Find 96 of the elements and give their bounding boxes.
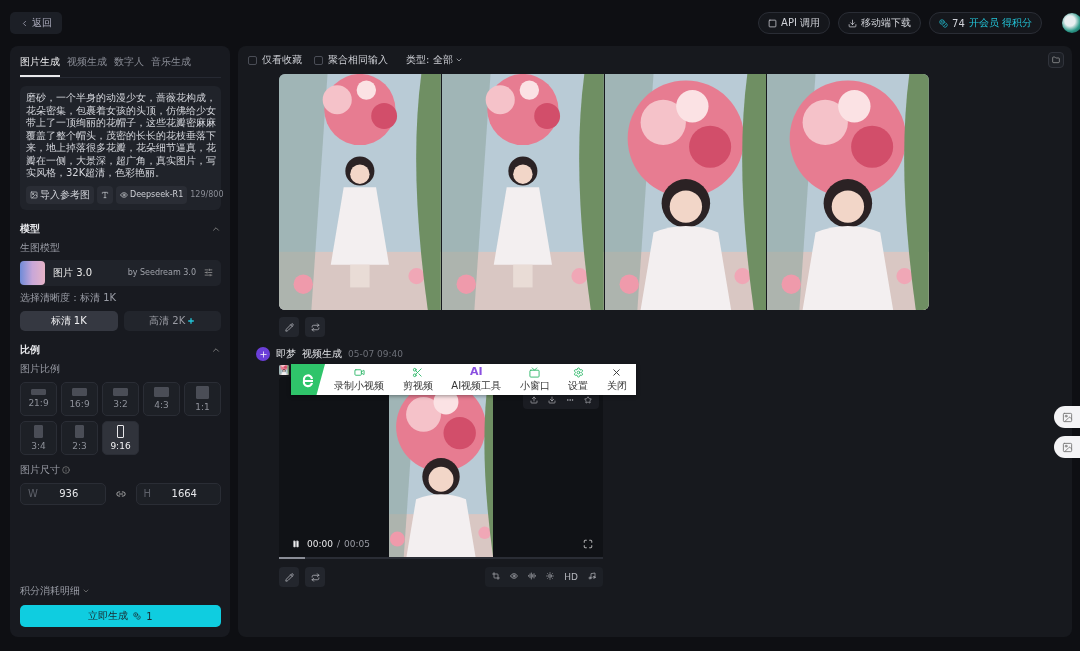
more-icon: [566, 396, 574, 404]
close-icon: [611, 366, 623, 378]
folder-button[interactable]: [1048, 52, 1064, 68]
author-name: 即梦: [276, 347, 296, 361]
image-icon: [1061, 411, 1073, 423]
hd-button[interactable]: HD: [561, 569, 581, 585]
ratio-option[interactable]: 2:3: [61, 420, 98, 455]
audio-icon: [528, 572, 537, 580]
import-reference-button[interactable]: 导入参考图: [26, 185, 94, 204]
video-camera-icon: [353, 366, 365, 378]
chevron-down-icon: [454, 56, 463, 64]
ratio-option[interactable]: 1:1: [184, 381, 221, 416]
tv-icon: [529, 366, 541, 378]
type-dropdown[interactable]: 类型: 全部: [400, 52, 469, 68]
chevron-down-icon: [82, 587, 90, 595]
field-label: 选择清晰度：标清 1K: [20, 290, 118, 305]
model-chip[interactable]: Deepseek-R1: [116, 185, 188, 204]
current-time: 00:00: [307, 539, 333, 549]
fullscreen-button[interactable]: [583, 539, 595, 551]
link-icon: [115, 488, 126, 499]
prompt-text: 磨砂，一个半身的动漫少女，蔷薇花构成，花朵密集，包裹着女孩的头顶，仿佛给少女带上了一顶绚丽的花帽子，这些花瓣密麻麻覆盖了整个帽头，茂密的长长的花枝垂落下来，地上掉落很多花瓣，花朵细节逼真，花瓣在一侧，大景深，超广角，真实图片，写实风格，32K超清，色彩艳丽。: [26, 92, 217, 180]
char-counter: 129/800: [190, 190, 224, 199]
mode-tab[interactable]: 图片生成: [20, 50, 60, 77]
ai-icon: AI: [469, 366, 483, 378]
text-icon: [101, 190, 109, 199]
api-button[interactable]: API 调用: [758, 12, 831, 34]
generate-button[interactable]: 立即生成 1: [20, 605, 221, 627]
favorite-button[interactable]: [581, 393, 595, 407]
repeat-icon: [310, 322, 320, 332]
mode-tab[interactable]: 视频生成: [67, 50, 107, 77]
pencil-icon: [284, 322, 294, 332]
fullscreen-icon: [583, 539, 593, 549]
membership-button[interactable]: 74 开会员 得积分: [929, 12, 1042, 34]
image-icon: [1061, 441, 1073, 453]
ratio-option[interactable]: 9:16: [102, 420, 139, 455]
mode-tab[interactable]: 数字人: [114, 50, 144, 77]
eye-icon: [510, 572, 519, 580]
ratio-option[interactable]: 21:9: [20, 381, 57, 416]
download-icon: [548, 396, 556, 404]
star-icon: [584, 396, 592, 404]
generation-type: 视频生成: [302, 347, 342, 361]
download-icon: [848, 18, 858, 28]
info-icon: [62, 465, 70, 474]
mode-tab[interactable]: 音乐生成: [151, 50, 191, 77]
prompt-box[interactable]: 磨砂，一个半身的动漫少女，蔷薇花构成，花朵密集，包裹着女孩的头顶，仿佛给少女带上了一顶绚丽的花帽子，这些花瓣密麻麻覆盖了整个帽头，茂密的长长的花枝垂落下来，地上掉落很多花瓣，花朵细节逼真，花瓣在一侧，大景深，超广角，真实图片，写实风格，32K超清，色彩艳丽。 导入参考图 Deepseek-R1 129/800: [20, 86, 221, 210]
ratio-option[interactable]: 4:3: [143, 381, 180, 416]
ratio-option[interactable]: 3:2: [102, 381, 139, 416]
resolution-option[interactable]: 高清 2K: [123, 310, 221, 331]
regenerate-button[interactable]: [305, 567, 325, 587]
width-label: W: [28, 487, 38, 499]
folder-icon: [1052, 56, 1060, 64]
filter-checkbox[interactable]: 仅看收藏: [248, 53, 302, 67]
regenerate-button[interactable]: [305, 317, 325, 337]
model-thumbnail: [20, 260, 45, 285]
edit-button[interactable]: [279, 317, 299, 337]
plus-icon: [258, 349, 268, 359]
add-button[interactable]: [256, 347, 270, 361]
pencil-icon: [284, 572, 294, 582]
time-separator: /: [336, 539, 340, 549]
section-title: 比例: [20, 342, 40, 357]
field-label: 生图模型: [20, 240, 61, 255]
field-label: 图片尺寸: [20, 462, 60, 477]
section-title: 模型: [20, 221, 40, 236]
upload-icon: [530, 396, 538, 404]
pause-icon: [292, 540, 300, 548]
resolution-option[interactable]: 标清 1K: [20, 310, 118, 331]
coin-icon: [939, 18, 949, 28]
side-tab[interactable]: [1054, 406, 1080, 428]
image-icon: [30, 190, 38, 199]
plus-icon: [187, 316, 196, 325]
settings-icon: [572, 366, 584, 378]
eye-icon: [120, 190, 128, 199]
repeat-icon: [310, 572, 320, 582]
back-button[interactable]: 返回: [10, 12, 62, 34]
timestamp: 05-07 09:40: [348, 349, 403, 359]
ratio-option[interactable]: 3:4: [20, 420, 57, 455]
text-style-button[interactable]: [97, 185, 113, 204]
filter-checkbox[interactable]: 聚合相同输入: [314, 53, 388, 67]
side-tab[interactable]: [1054, 436, 1080, 458]
download-button[interactable]: 移动端下载: [838, 12, 922, 34]
field-label: 图片比例: [20, 361, 61, 376]
chevron-left-icon: [20, 18, 29, 28]
height-label: H: [143, 487, 152, 499]
coin-icon: [133, 612, 142, 620]
total-time: 00:05: [344, 539, 370, 549]
ratio-option[interactable]: 16:9: [61, 381, 98, 416]
edit-button[interactable]: [279, 567, 299, 587]
sliders-icon: [204, 268, 213, 277]
scissors-icon: [412, 366, 424, 378]
square-icon: [768, 18, 778, 28]
model-selector[interactable]: 图片 3.0 by Seedream 3.0: [20, 259, 221, 286]
sun-icon: [546, 572, 555, 580]
music-icon: [588, 572, 596, 580]
avatar[interactable]: [1062, 13, 1080, 33]
crop-icon: [492, 572, 501, 580]
cost-details-link[interactable]: 积分消耗明细: [20, 584, 80, 598]
